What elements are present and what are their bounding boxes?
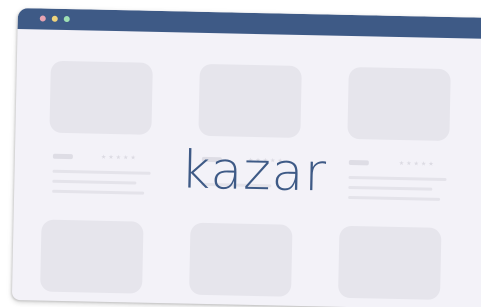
product-image-placeholder <box>347 66 451 142</box>
maximize-dot-icon[interactable] <box>63 15 70 23</box>
product-image-placeholder <box>49 60 153 135</box>
product-image-placeholder <box>338 225 442 300</box>
browser-window: ★★★★★ ★★★★★ ★★★★★ kazar <box>11 8 481 307</box>
minimize-dot-icon[interactable] <box>51 15 58 22</box>
product-image-placeholder <box>198 63 302 138</box>
illustration-stage: ★★★★★ ★★★★★ ★★★★★ kazar <box>0 0 481 307</box>
brand-logo: kazar <box>179 140 328 204</box>
product-image-placeholder <box>189 222 293 297</box>
product-grid: ★★★★★ ★★★★★ ★★★★★ kazar <box>12 29 481 307</box>
product-image-placeholder <box>40 219 144 294</box>
close-dot-icon[interactable] <box>39 15 46 22</box>
